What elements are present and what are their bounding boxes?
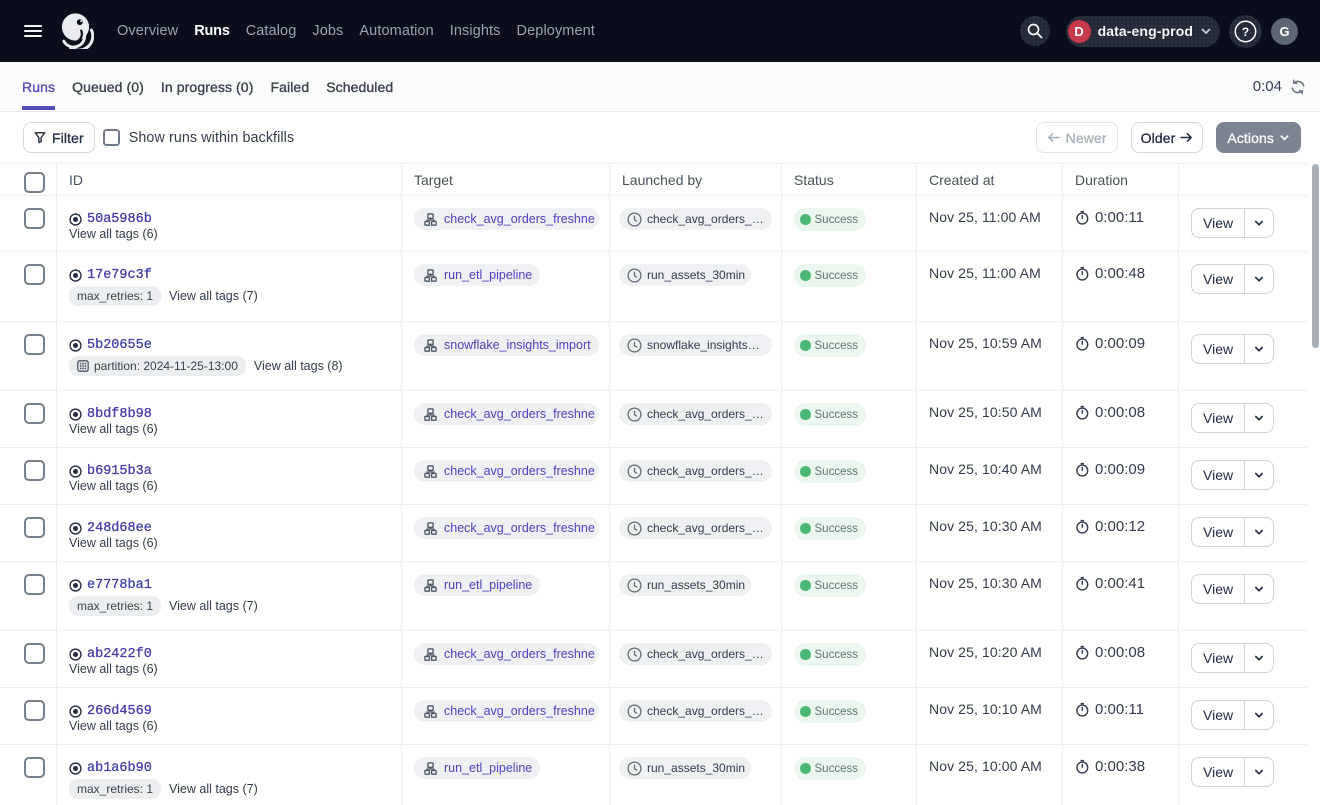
svg-text:?: ? xyxy=(1242,24,1249,38)
